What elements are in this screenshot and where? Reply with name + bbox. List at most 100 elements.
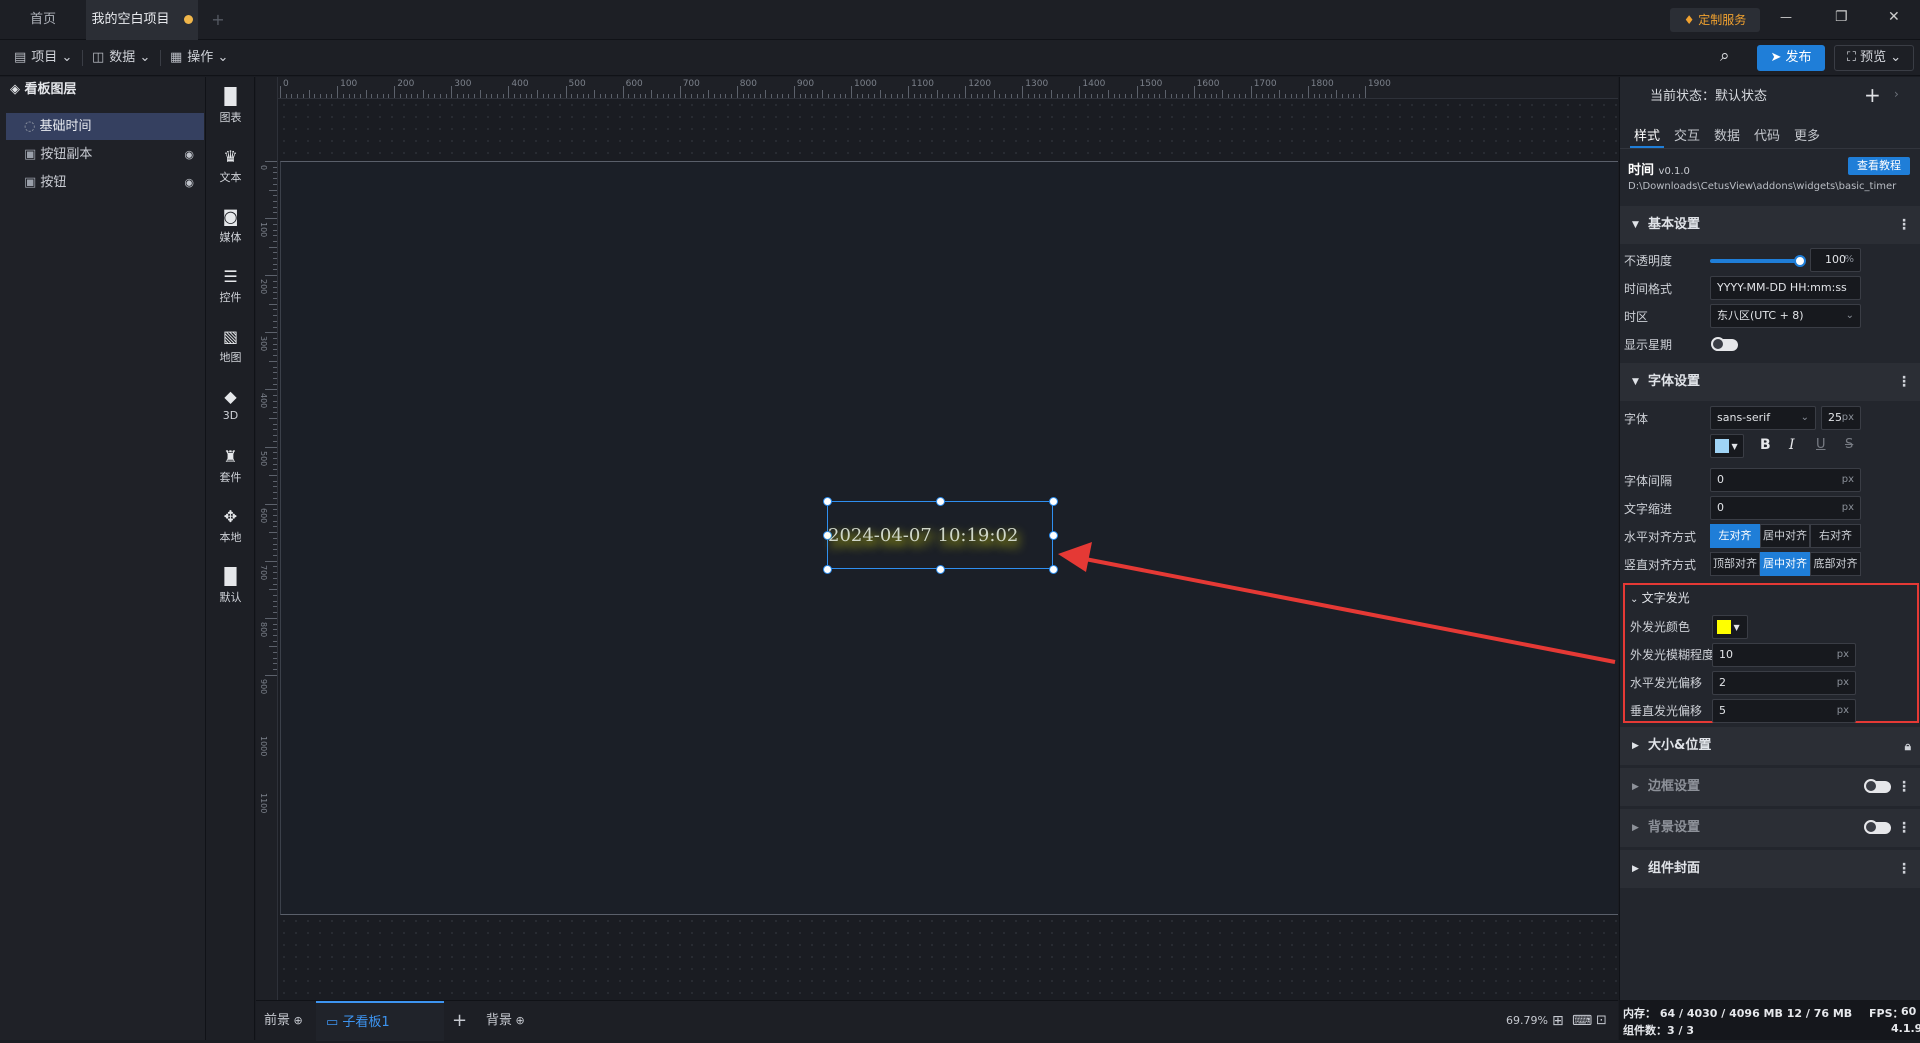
tab-sub-board[interactable]: ▭ 子看板1	[316, 1001, 444, 1041]
bold-button[interactable]: B	[1760, 437, 1771, 453]
background-toggle[interactable]	[1864, 820, 1891, 834]
align-middle-button[interactable]: 居中对齐	[1760, 552, 1810, 576]
menu-operate[interactable]: ▦ 操作 ⌄	[170, 40, 228, 76]
tool-control[interactable]: ☰ 控件	[206, 267, 255, 305]
glow-blur-input[interactable]: 10 px	[1712, 643, 1856, 667]
preview-button[interactable]: ⛶ 预览 ⌄	[1834, 45, 1914, 71]
ruler-tick	[273, 240, 277, 242]
more-vertical-icon[interactable]: ⋮	[1897, 363, 1911, 401]
minimize-icon[interactable]: —	[1780, 10, 1792, 24]
custom-service-button[interactable]: ♦ 定制服务	[1670, 8, 1760, 32]
opacity-input[interactable]: 100%	[1810, 248, 1861, 272]
underline-button[interactable]: U	[1816, 437, 1826, 452]
add-tab-button[interactable]: +	[206, 0, 230, 40]
add-board-button[interactable]: +	[452, 1001, 467, 1041]
layer-item-button-copy[interactable]: ▣ 按钮副本 ◉	[6, 141, 204, 168]
resize-handle[interactable]	[823, 565, 832, 574]
section-basic[interactable]: ▼ 基本设置 ⋮	[1620, 206, 1920, 244]
add-state-button[interactable]: +	[1864, 83, 1881, 107]
eye-off-icon[interactable]: ◉	[184, 141, 194, 168]
chevron-right-icon[interactable]: ›	[1894, 87, 1899, 101]
search-icon[interactable]: ⌕	[1720, 46, 1730, 66]
section-size-position[interactable]: ▶ 大小&位置 🔒︎	[1620, 727, 1920, 765]
more-vertical-icon[interactable]: ⋮	[1897, 850, 1911, 888]
tab-project[interactable]: 我的空白项目	[86, 0, 198, 40]
resize-handle[interactable]	[936, 497, 945, 506]
align-bottom-button[interactable]: 底部对齐	[1810, 552, 1861, 576]
menu-project[interactable]: ▤ 项目 ⌄	[14, 40, 72, 76]
layer-item-button[interactable]: ▣ 按钮 ◉	[6, 169, 204, 196]
font-family-select[interactable]: sans-serif ⌄	[1710, 406, 1816, 430]
editor-stage[interactable]: 0 100 200 300 400 500 600 700 800 900 1000 1100 1200…	[256, 77, 1618, 1000]
letter-spacing-input[interactable]: 0 px	[1710, 468, 1861, 492]
eye-off-icon[interactable]: ◉	[184, 169, 194, 196]
glow-color-picker[interactable]: ▼	[1712, 615, 1748, 639]
time-format-input[interactable]: YYYY-MM-DD HH:mm:ss	[1710, 276, 1861, 300]
more-vertical-icon[interactable]: ⋮	[1897, 809, 1911, 847]
align-top-button[interactable]: 顶部对齐	[1710, 552, 1760, 576]
resize-handle[interactable]	[1049, 565, 1058, 574]
time-widget-text[interactable]: 2024-04-07 10:19:02	[828, 525, 1018, 546]
ruler-tick	[273, 423, 277, 425]
tool-kit[interactable]: ♜ 套件	[206, 447, 255, 485]
resize-handle[interactable]	[1049, 497, 1058, 506]
ruler-top[interactable]: 0 100 200 300 400 500 600 700 800 900 1000 1100 1200…	[256, 77, 1618, 99]
section-background[interactable]: ▶ 背景设置 ⋮	[1620, 809, 1920, 847]
tab-more[interactable]: 更多	[1794, 125, 1820, 144]
menu-bar: ▤ 项目 ⌄ ◫ 数据 ⌄ ▦ 操作 ⌄ ⌕ ➤ 发布 ⛶ 预览 ⌄	[0, 40, 1920, 76]
zoom-level[interactable]: 69.79%	[1506, 1001, 1548, 1041]
tool-text[interactable]: ♛ 文本	[206, 147, 255, 185]
resize-handle[interactable]	[936, 565, 945, 574]
section-font[interactable]: ▼ 字体设置 ⋮	[1620, 363, 1920, 401]
tool-media[interactable]: ◙ 媒体	[206, 207, 255, 245]
tab-home[interactable]: 首页	[0, 0, 86, 40]
section-border[interactable]: ▶ 边框设置 ⋮	[1620, 768, 1920, 806]
ruler-left[interactable]: 0 100 200 300 400 500 600 700 800 900 1000 1100	[256, 77, 278, 1000]
timezone-select[interactable]: 东八区(UTC + 8) ⌄	[1710, 304, 1861, 328]
glow-hoffset-input[interactable]: 2 px	[1712, 671, 1856, 695]
align-center-button[interactable]: 居中对齐	[1760, 524, 1810, 548]
tab-code[interactable]: 代码	[1754, 125, 1780, 144]
layer-item-basic-time[interactable]: ◌ 基础时间	[6, 113, 204, 140]
text-glow-header[interactable]: ⌄ 文字发光	[1630, 589, 1690, 606]
add-circle-icon[interactable]: ⊕	[512, 1014, 525, 1027]
add-circle-icon[interactable]: ⊕	[290, 1014, 303, 1027]
ruler-tick	[273, 212, 277, 214]
slider-thumb[interactable]	[1794, 255, 1806, 267]
lock-icon[interactable]: 🔒︎	[1905, 727, 1911, 765]
close-icon[interactable]: ✕	[1888, 9, 1900, 25]
font-color-picker[interactable]: ▼	[1710, 434, 1744, 458]
fit-screen-icon[interactable]: ⊞	[1552, 1001, 1564, 1041]
section-cover[interactable]: ▶ 组件封面 ⋮	[1620, 850, 1920, 888]
glow-voffset-input[interactable]: 5 px	[1712, 699, 1856, 723]
keyboard-icon[interactable]: ⌨	[1572, 1001, 1592, 1041]
tool-default[interactable]: ▐▌ 默认	[206, 567, 255, 605]
resize-handle[interactable]	[823, 497, 832, 506]
tool-map[interactable]: ▧ 地图	[206, 327, 255, 365]
tool-3d[interactable]: ◆ 3D	[206, 387, 255, 422]
maximize-icon[interactable]: ❐	[1835, 9, 1848, 25]
tab-interaction[interactable]: 交互	[1674, 125, 1700, 144]
tool-local[interactable]: ✥ 本地	[206, 507, 255, 545]
align-right-button[interactable]: 右对齐	[1810, 524, 1861, 548]
terminal-icon[interactable]: ⊡	[1596, 1001, 1607, 1041]
tab-foreground[interactable]: 前景 ⊕	[264, 1001, 303, 1041]
tutorial-button[interactable]: 查看教程	[1848, 157, 1910, 175]
strikethrough-button[interactable]: S	[1845, 437, 1853, 452]
tab-style[interactable]: 样式	[1634, 125, 1660, 144]
more-vertical-icon[interactable]: ⋮	[1897, 768, 1911, 806]
tab-background[interactable]: 背景 ⊕	[486, 1001, 525, 1041]
font-size-input[interactable]: 25 px	[1821, 406, 1861, 430]
resize-handle[interactable]	[1049, 531, 1058, 540]
more-vertical-icon[interactable]: ⋮	[1897, 206, 1911, 244]
align-left-button[interactable]: 左对齐	[1710, 524, 1760, 548]
show-week-toggle[interactable]	[1711, 337, 1738, 351]
tool-chart[interactable]: ▐▌ 图表	[206, 87, 255, 125]
publish-button[interactable]: ➤ 发布	[1757, 45, 1825, 71]
italic-button[interactable]: I	[1789, 437, 1795, 453]
border-toggle[interactable]	[1864, 779, 1891, 793]
menu-data[interactable]: ◫ 数据 ⌄	[92, 40, 150, 76]
tab-data[interactable]: 数据	[1714, 125, 1740, 144]
opacity-slider[interactable]	[1710, 255, 1806, 267]
text-indent-input[interactable]: 0 px	[1710, 496, 1861, 520]
